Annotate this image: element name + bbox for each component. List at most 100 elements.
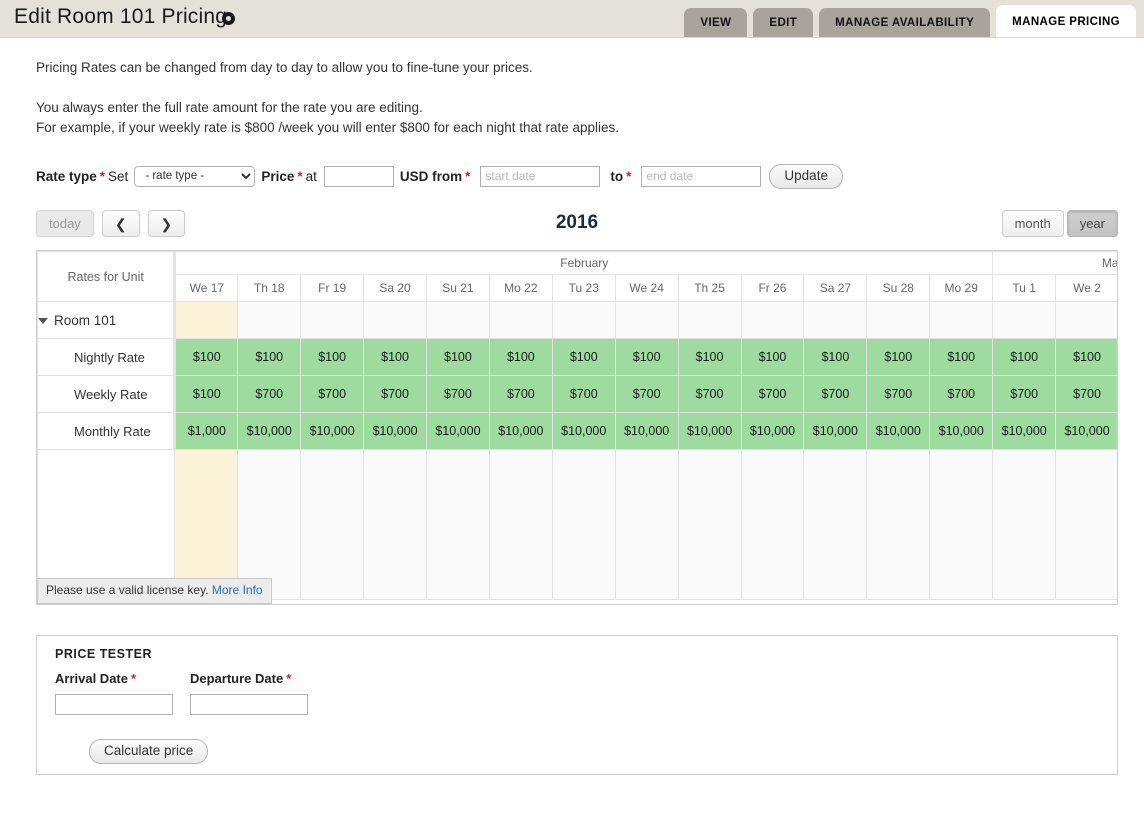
rate-cell[interactable]: $100	[866, 338, 931, 376]
rate-cell[interactable]: $10,000	[363, 412, 427, 450]
tab-manage-pricing[interactable]: MANAGE PRICING	[996, 5, 1136, 37]
group-cell	[425, 301, 490, 339]
rate-cell[interactable]: $700	[614, 375, 679, 413]
group-cell	[1055, 301, 1117, 339]
rate-cell[interactable]: $100	[425, 338, 490, 376]
row-label-monthly-rate[interactable]: Monthly Rate	[37, 412, 177, 450]
day-header-sa-20[interactable]: Sa 20	[363, 273, 427, 303]
rate-cell[interactable]: $700	[300, 375, 365, 413]
day-header-we-24[interactable]: We 24	[614, 273, 679, 303]
day-header-su-21[interactable]: Su 21	[425, 273, 490, 303]
rate-cell[interactable]: $10,000	[929, 412, 994, 450]
rate-cell[interactable]: $100	[803, 338, 868, 376]
set-label: Set	[108, 168, 129, 184]
to-label: to	[610, 168, 624, 184]
rate-cell[interactable]: $10,000	[614, 412, 679, 450]
rate-cell[interactable]: $700	[677, 375, 742, 413]
rate-cell[interactable]: $10,000	[740, 412, 805, 450]
row-label-nightly-rate[interactable]: Nightly Rate	[37, 338, 177, 376]
calendar-grid[interactable]: Rates for Unit February March We 17 Th 1…	[36, 250, 1118, 605]
caret-down-icon[interactable]	[38, 317, 48, 324]
rate-cell[interactable]: $10,000	[677, 412, 742, 450]
tab-manage-availability[interactable]: MANAGE AVAILABILITY	[819, 8, 991, 37]
end-date-input[interactable]	[641, 165, 762, 187]
group-label-room-101[interactable]: Room 101	[37, 301, 177, 339]
rate-cell[interactable]: $100	[174, 338, 239, 376]
empty-cell	[866, 449, 931, 600]
rate-cell[interactable]: $100	[992, 338, 1057, 376]
rate-cell[interactable]: $10,000	[992, 412, 1057, 450]
rate-cell[interactable]: $100	[300, 338, 365, 376]
day-header-su-28[interactable]: Su 28	[866, 273, 931, 303]
rate-cell[interactable]: $100	[1055, 338, 1117, 376]
rate-cell[interactable]: $10,000	[300, 412, 365, 450]
rate-cell[interactable]: $100	[237, 338, 302, 376]
tab-edit[interactable]: EDIT	[753, 8, 814, 37]
rate-cell[interactable]: $700	[929, 375, 994, 413]
start-date-required-mark: *	[465, 168, 471, 184]
rate-cell[interactable]: $100	[929, 338, 994, 376]
day-header-we-2[interactable]: We 2	[1055, 273, 1117, 303]
rate-cell[interactable]: $10,000	[803, 412, 868, 450]
year-view-button[interactable]: year	[1066, 210, 1118, 237]
rate-cell[interactable]: $700	[237, 375, 302, 413]
intro-line-3: For example, if your weekly rate is $800…	[36, 120, 620, 135]
empty-cell	[677, 449, 742, 600]
day-header-mo-22[interactable]: Mo 22	[488, 273, 553, 303]
day-header-tu-23[interactable]: Tu 23	[551, 273, 616, 303]
group-cell	[237, 301, 302, 339]
day-header-th-18[interactable]: Th 18	[237, 273, 302, 303]
rate-cell[interactable]: $10,000	[866, 412, 931, 450]
day-header-tu-1[interactable]: Tu 1	[992, 273, 1057, 303]
rate-type-select[interactable]: - rate type -	[134, 165, 256, 187]
table-body: Room 101 Nightly Rate $100 $100 $100 $10…	[37, 301, 1117, 600]
day-header-th-25[interactable]: Th 25	[677, 273, 742, 303]
rate-cell[interactable]: $700	[866, 375, 931, 413]
license-more-info-link[interactable]: More Info	[212, 583, 263, 597]
rate-cell[interactable]: $100	[677, 338, 742, 376]
gear-icon[interactable]	[222, 12, 235, 25]
rate-cell[interactable]: $700	[488, 375, 553, 413]
empty-cell	[614, 449, 679, 600]
price-input[interactable]	[323, 165, 394, 187]
day-header-we-17[interactable]: We 17	[174, 273, 239, 303]
rate-cell[interactable]: $10,000	[488, 412, 553, 450]
arrival-date-label: Arrival Date *	[55, 671, 173, 686]
departure-date-input[interactable]	[190, 694, 308, 715]
rate-cell[interactable]: $100	[551, 338, 616, 376]
empty-cell	[740, 449, 805, 600]
day-header-sa-27[interactable]: Sa 27	[803, 273, 868, 303]
group-cell	[488, 301, 553, 339]
day-header-fr-19[interactable]: Fr 19	[300, 273, 365, 303]
rate-cell[interactable]: $700	[992, 375, 1057, 413]
day-header-fr-26[interactable]: Fr 26	[740, 273, 805, 303]
row-label-weekly-rate[interactable]: Weekly Rate	[37, 375, 177, 413]
empty-cell	[929, 449, 994, 600]
rate-cell[interactable]: $10,000	[1055, 412, 1117, 450]
rate-cell[interactable]: $1,000	[174, 412, 239, 450]
rate-cell[interactable]: $700	[551, 375, 616, 413]
arrival-date-input[interactable]	[55, 694, 173, 715]
rate-cell[interactable]: $100	[614, 338, 679, 376]
rate-cell[interactable]: $100	[174, 375, 239, 413]
start-date-input[interactable]	[480, 165, 601, 187]
rate-cell[interactable]: $10,000	[237, 412, 302, 450]
rate-cell[interactable]: $10,000	[551, 412, 616, 450]
rate-cell[interactable]: $700	[1055, 375, 1117, 413]
rate-cell[interactable]: $100	[740, 338, 805, 376]
departure-date-field: Departure Date *	[190, 671, 308, 715]
calculate-price-button[interactable]: Calculate price	[89, 739, 209, 764]
rate-cell[interactable]: $700	[425, 375, 490, 413]
day-header-mo-29[interactable]: Mo 29	[929, 273, 994, 303]
tab-view[interactable]: VIEW	[684, 8, 748, 37]
empty-cell	[237, 449, 302, 600]
rate-cell[interactable]: $700	[803, 375, 868, 413]
rate-cell[interactable]: $100	[363, 338, 427, 376]
rate-cell[interactable]: $700	[740, 375, 805, 413]
rate-cell[interactable]: $100	[488, 338, 553, 376]
rate-cell[interactable]: $700	[363, 375, 427, 413]
month-view-button[interactable]: month	[1001, 210, 1064, 237]
update-button[interactable]: Update	[769, 163, 843, 189]
empty-cell	[425, 449, 490, 600]
rate-cell[interactable]: $10,000	[425, 412, 490, 450]
